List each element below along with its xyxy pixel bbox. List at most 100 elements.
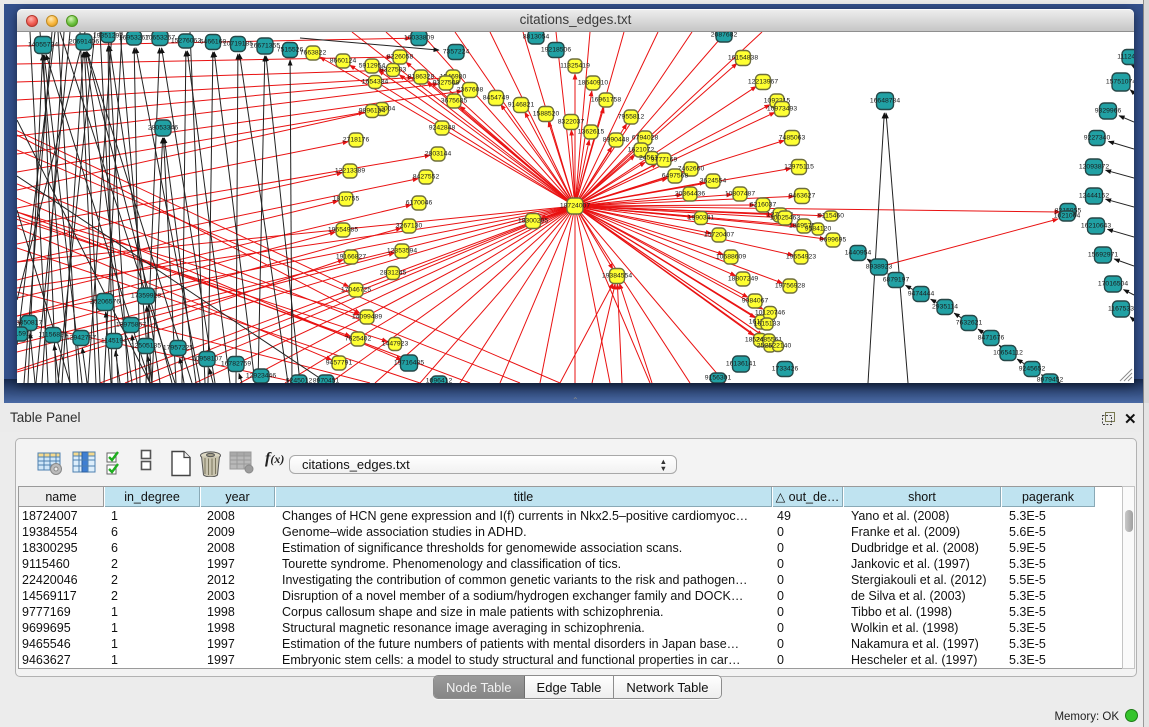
svg-text:7632621: 7632621 [956, 320, 983, 327]
svg-text:15720407: 15720407 [704, 232, 734, 239]
svg-text:3624554: 3624554 [700, 178, 727, 185]
svg-text:10958107: 10958107 [192, 356, 222, 363]
svg-text:18300295: 18300295 [518, 218, 548, 225]
svg-text:8427552: 8427552 [413, 174, 440, 181]
svg-text:16648784: 16648784 [870, 98, 900, 105]
svg-text:16033809: 16033809 [404, 35, 434, 42]
svg-text:15692971: 15692971 [1088, 252, 1118, 259]
svg-text:1096412: 1096412 [426, 378, 453, 384]
svg-text:14099489: 14099489 [352, 314, 382, 321]
svg-text:9699695: 9699695 [820, 237, 847, 244]
svg-text:12213967: 12213967 [748, 79, 778, 86]
svg-text:9584120: 9584120 [805, 226, 832, 233]
svg-text:12093872: 12093872 [1079, 164, 1109, 171]
svg-text:19716485: 19716485 [394, 360, 424, 367]
svg-text:28053346: 28053346 [148, 125, 178, 132]
svg-text:1447923: 1447923 [382, 341, 409, 348]
svg-text:16154838: 16154838 [728, 55, 758, 62]
svg-text:20691406: 20691406 [69, 39, 99, 46]
svg-text:6497568: 6497568 [662, 173, 689, 180]
svg-text:16671355: 16671355 [250, 43, 280, 50]
svg-text:12942757: 12942757 [66, 335, 96, 342]
svg-text:9329966: 9329966 [1095, 108, 1122, 115]
svg-text:16210643: 16210643 [1081, 223, 1111, 230]
svg-text:1362615: 1362615 [578, 129, 605, 136]
svg-text:1615133: 1615133 [754, 321, 781, 328]
svg-text:15276062: 15276062 [171, 38, 201, 45]
svg-text:10025463: 10025463 [770, 215, 800, 222]
svg-text:9457791: 9457791 [326, 360, 353, 367]
svg-text:8813054: 8813054 [523, 34, 550, 41]
svg-text:9242848: 9242848 [429, 125, 456, 132]
svg-text:9156301: 9156301 [705, 375, 732, 382]
svg-text:19654923: 19654923 [786, 254, 816, 261]
svg-text:12975115: 12975115 [784, 164, 814, 171]
svg-text:8938923: 8938923 [866, 264, 893, 271]
svg-text:1145194: 1145194 [101, 338, 127, 345]
svg-text:9227340: 9227340 [1084, 135, 1111, 142]
svg-text:12505135: 12505135 [131, 343, 161, 350]
svg-text:6170046: 6170046 [406, 200, 433, 207]
svg-text:1440954: 1440954 [845, 250, 872, 257]
svg-text:18807249: 18807249 [728, 276, 758, 283]
svg-text:1733426: 1733426 [772, 366, 799, 373]
svg-text:12444152: 12444152 [1079, 193, 1109, 200]
svg-text:10654112: 10654112 [993, 350, 1023, 357]
svg-text:2831245: 2831245 [380, 270, 407, 277]
svg-text:17359928: 17359928 [131, 293, 161, 300]
svg-text:11325419: 11325419 [560, 63, 590, 70]
svg-text:3267130: 3267130 [396, 223, 423, 230]
svg-text:7485063: 7485063 [779, 135, 806, 142]
svg-text:8990448: 8990448 [603, 137, 630, 144]
svg-text:8471676: 8471676 [978, 335, 1005, 342]
svg-text:7955812: 7955812 [618, 114, 645, 121]
svg-text:8660124: 8660124 [330, 58, 357, 65]
svg-text:1990341: 1990341 [688, 215, 715, 222]
svg-text:8322037: 8322037 [558, 119, 585, 126]
svg-text:2367608: 2367608 [457, 87, 484, 94]
svg-text:9245012: 9245012 [286, 378, 313, 384]
svg-text:8979452: 8979452 [1037, 377, 1064, 384]
svg-text:1167533: 1167533 [1108, 306, 1134, 313]
svg-text:7357224: 7357224 [443, 49, 470, 56]
svg-text:12923446: 12923446 [246, 373, 276, 380]
svg-text:16961758: 16961758 [591, 97, 621, 104]
svg-text:11156829: 11156829 [38, 332, 67, 339]
svg-text:19166827: 19166827 [336, 254, 366, 261]
svg-text:9474444: 9474444 [908, 291, 935, 298]
svg-text:20206576: 20206576 [90, 299, 120, 306]
svg-text:7625402: 7625402 [345, 336, 372, 343]
svg-text:2935114: 2935114 [932, 304, 958, 311]
svg-text:9084067: 9084067 [742, 298, 769, 305]
svg-text:1588520: 1588520 [533, 111, 560, 118]
svg-text:1112460: 1112460 [1117, 54, 1134, 61]
svg-text:10688609: 10688609 [716, 254, 746, 261]
svg-text:3915911: 3915911 [17, 331, 33, 338]
svg-text:6216037: 6216037 [750, 202, 777, 209]
svg-text:1810755: 1810755 [333, 196, 360, 203]
svg-text:9245652: 9245652 [1019, 366, 1046, 373]
svg-text:8970451: 8970451 [313, 378, 340, 384]
svg-text:10120746: 10120746 [755, 310, 785, 317]
svg-text:16782759: 16782759 [221, 361, 251, 368]
svg-text:2087682: 2087682 [711, 32, 738, 39]
svg-text:12353594: 12353594 [387, 248, 417, 255]
svg-text:7663822: 7663822 [300, 50, 327, 57]
svg-text:9896134: 9896134 [359, 108, 386, 115]
svg-text:6794028: 6794028 [632, 135, 659, 142]
svg-text:12213389: 12213389 [335, 168, 365, 175]
svg-text:9115460: 9115460 [818, 213, 844, 220]
svg-text:3675685: 3675685 [441, 98, 468, 105]
svg-text:8454749: 8454749 [483, 95, 510, 102]
svg-text:8226058: 8226058 [387, 54, 414, 61]
svg-text:19756928: 19756928 [775, 283, 805, 290]
svg-text:9463627: 9463627 [789, 193, 816, 200]
svg-text:1021064: 1021064 [1054, 213, 1081, 220]
svg-text:18724007: 18724007 [560, 203, 590, 210]
svg-text:19384554: 19384554 [602, 273, 632, 280]
svg-text:1654334: 1654334 [362, 79, 389, 86]
svg-text:18640910: 18640910 [578, 80, 608, 87]
svg-text:2718176: 2718176 [343, 137, 370, 144]
svg-text:19654985: 19654985 [328, 227, 358, 234]
svg-text:9327503: 9327503 [380, 67, 407, 74]
